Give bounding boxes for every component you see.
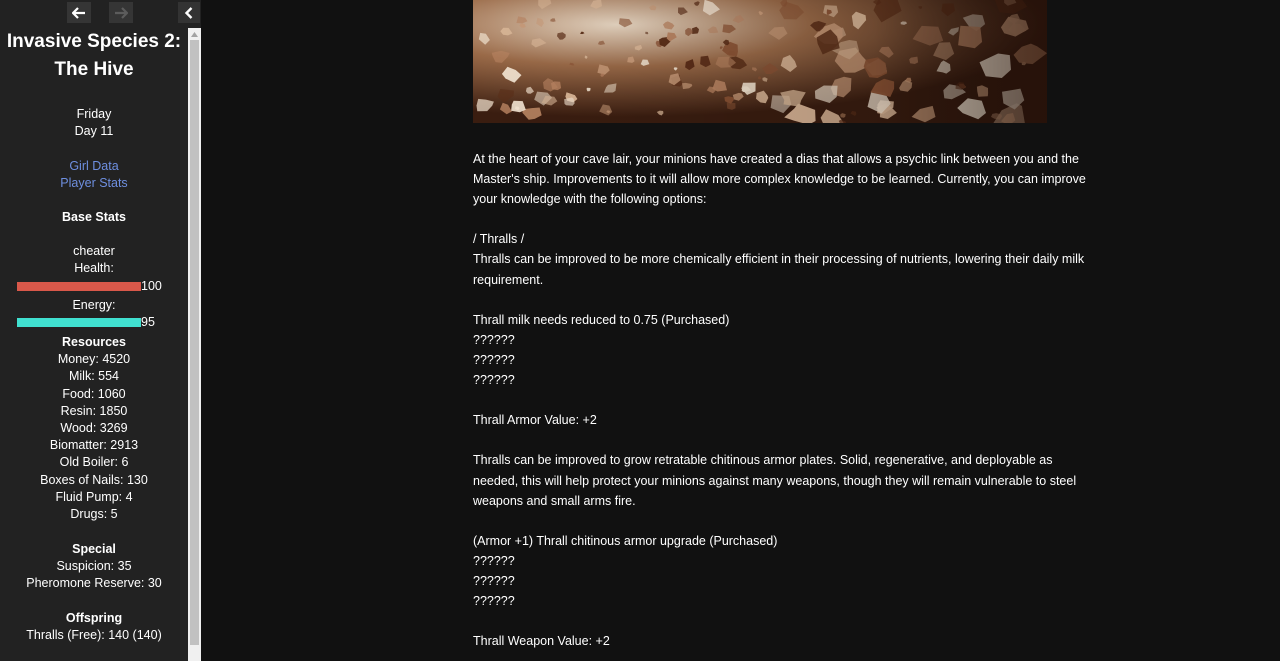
resources-section: Resources Money: 4520 Milk: 554 Food: 10… <box>0 334 188 523</box>
armor-upgrade-locked: ?????? <box>473 573 515 588</box>
health-value: 100 <box>141 278 162 293</box>
thralls-section-header: / Thralls / <box>473 232 525 247</box>
resource-item: Drugs: 5 <box>70 507 118 522</box>
milk-description: Thralls can be improved to be more chemi… <box>473 252 1085 287</box>
scrollbar-thumb[interactable] <box>190 40 199 645</box>
date-block: Friday Day 11 <box>0 106 188 140</box>
offspring-section: Offspring Thralls (Free): 140 (140) <box>0 610 188 644</box>
sidebar-links: Girl Data Player Stats <box>0 158 188 192</box>
triangle-up-icon <box>191 31 198 37</box>
resource-item: Boxes of Nails: 130 <box>40 472 148 487</box>
armor-upgrade-locked: ?????? <box>473 553 515 568</box>
resource-item: Old Boiler: 6 <box>59 455 129 470</box>
history-forward-button[interactable] <box>109 2 133 23</box>
cave-rocks-image <box>473 0 1047 123</box>
energy-label: Energy: <box>72 297 116 312</box>
sidebar-body: Invasive Species 2: The Hive Friday Day … <box>0 0 188 661</box>
health-bar: 100 <box>0 278 188 295</box>
energy-bar-fill <box>17 317 141 327</box>
chevron-left-icon <box>184 6 193 19</box>
player-stats-link[interactable]: Player Stats <box>0 175 188 192</box>
day-name: Friday <box>76 107 112 121</box>
passage-text: At the heart of your cave lair, your min… <box>473 149 1098 651</box>
resource-item: Fluid Pump: 4 <box>55 489 133 504</box>
armor-upgrade-locked: ?????? <box>473 594 515 609</box>
special-item: Suspicion: 35 <box>56 559 132 574</box>
offspring-heading: Offspring <box>65 611 123 625</box>
base-stats-heading: Base Stats <box>62 210 126 224</box>
resource-item: Food: 1060 <box>62 386 126 401</box>
resource-item: Biomatter: 2913 <box>49 438 139 453</box>
base-stats-section: Base Stats cheater Health: 100 Energy: 9… <box>0 209 188 331</box>
resource-item: Milk: 554 <box>68 369 120 384</box>
special-heading: Special <box>72 542 116 556</box>
milk-upgrade-locked: ?????? <box>473 352 515 367</box>
special-item: Pheromone Reserve: 30 <box>26 576 162 591</box>
arrow-left-icon <box>72 6 85 19</box>
sidebar-scrollbar[interactable] <box>188 28 201 661</box>
armor-description: Thralls can be improved to grow retratab… <box>473 453 1077 508</box>
resource-item: Money: 4520 <box>57 352 131 367</box>
milk-upgrade-purchased: Thrall milk needs reduced to 0.75 (Purch… <box>473 312 730 327</box>
special-section: Special Suspicion: 35 Pheromone Reserve:… <box>0 541 188 593</box>
milk-upgrade-locked: ?????? <box>473 373 515 388</box>
armor-upgrade-purchased: (Armor +1) Thrall chitinous armor upgrad… <box>473 533 778 548</box>
energy-bar: 95 <box>0 314 188 331</box>
day-number: Day 11 <box>74 124 114 139</box>
sidebar: Invasive Species 2: The Hive Friday Day … <box>0 0 201 661</box>
resources-heading: Resources <box>62 335 126 349</box>
resource-item: Resin: 1850 <box>60 403 128 418</box>
resource-item: Wood: 3269 <box>60 421 128 436</box>
sidebar-toggle-button[interactable] <box>178 2 200 23</box>
girl-data-link[interactable]: Girl Data <box>0 158 188 175</box>
player-name: cheater <box>73 244 115 259</box>
arrow-right-icon <box>115 6 128 19</box>
story-title: Invasive Species 2: The Hive <box>6 31 182 80</box>
health-bar-fill <box>17 281 141 291</box>
energy-value: 95 <box>141 314 155 329</box>
history-back-button[interactable] <box>67 2 91 23</box>
health-label: Health: <box>74 261 114 276</box>
armor-value: Thrall Armor Value: +2 <box>473 413 597 428</box>
intro-paragraph: At the heart of your cave lair, your min… <box>473 152 1086 207</box>
offspring-item: Thralls (Free): 140 (140) <box>26 628 162 643</box>
milk-upgrade-locked: ?????? <box>473 332 515 347</box>
scroll-up-button[interactable] <box>188 28 201 40</box>
weapon-value: Thrall Weapon Value: +2 <box>473 634 610 649</box>
